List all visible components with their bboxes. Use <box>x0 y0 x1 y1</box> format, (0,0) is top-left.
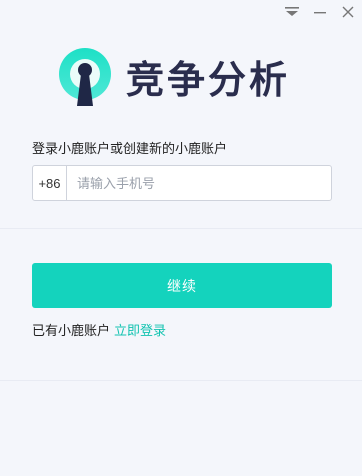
logo-mark-icon <box>59 48 111 106</box>
have-account-text: 已有小鹿账户 <box>32 323 111 338</box>
background-decoration <box>0 380 362 381</box>
phone-field: +86 <box>32 165 332 201</box>
title-bar <box>278 0 362 24</box>
login-link[interactable]: 立即登录 <box>114 323 166 338</box>
country-code-selector[interactable]: +86 <box>33 166 67 200</box>
minimize-icon[interactable] <box>306 1 334 23</box>
dropdown-triangle-icon[interactable] <box>278 1 306 23</box>
phone-input[interactable] <box>67 166 331 200</box>
app-logo: 竞争分析 <box>56 46 290 106</box>
login-prompt: 登录小鹿账户或创建新的小鹿账户 <box>32 141 228 156</box>
continue-button[interactable]: 继续 <box>32 263 332 308</box>
existing-account-row: 已有小鹿账户 立即登录 <box>32 320 166 339</box>
login-window: 竞争分析 登录小鹿账户或创建新的小鹿账户 +86 继续 已有小鹿账户立即登录 <box>0 0 362 476</box>
close-icon[interactable] <box>334 1 362 23</box>
background-decoration <box>0 228 362 229</box>
logo-title: 竞争分析 <box>126 57 291 102</box>
